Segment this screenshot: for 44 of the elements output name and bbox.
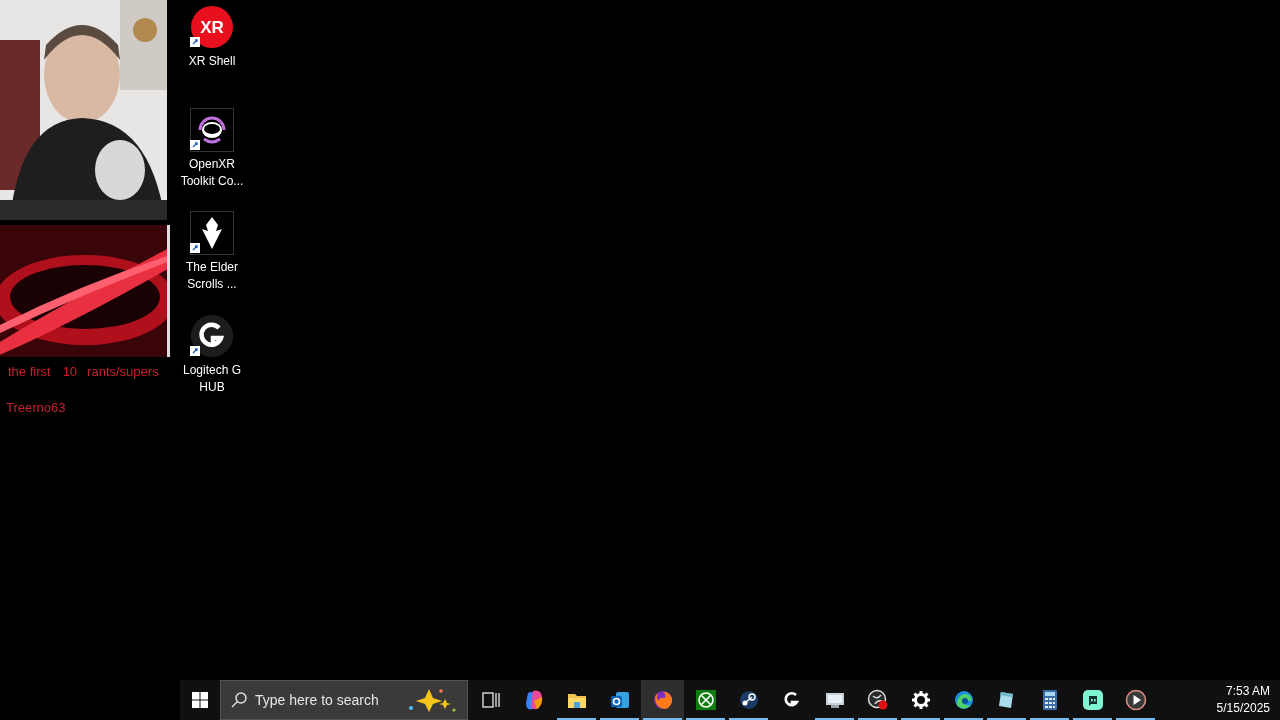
running-indicator [944,718,983,720]
running-indicator [729,718,768,720]
sparkle-icon [407,687,457,713]
clock-time: 7:53 AM [1225,683,1270,700]
running-indicator [1030,718,1069,720]
settings-icon [909,689,932,711]
desktop-icon[interactable]: XR XR Shell [172,5,252,100]
windows-icon [192,692,208,708]
wave-logo-icon [952,689,975,711]
xbox-icon [694,689,717,711]
headset-icon [190,108,234,152]
search-field[interactable]: Type here to search [255,689,399,711]
clock[interactable]: 7:53 AM 5/15/2025 [1216,683,1280,717]
play-icon [1124,689,1147,711]
desktop-icon[interactable]: OpenXR Toolkit Co... [172,108,252,203]
running-indicator [1116,718,1155,720]
desktop-icon[interactable]: Logitech G HUB [172,314,252,409]
letter-g-icon [190,314,234,358]
fox-globe-icon [651,689,674,711]
task-view-icon [479,689,502,711]
running-indicator [557,718,596,720]
running-indicator [987,718,1026,720]
clock-date: 5/15/2025 [1216,700,1270,717]
taskbar-app[interactable] [641,680,684,720]
running-indicator [1073,718,1112,720]
search-icon [231,692,247,708]
record-icon [866,689,889,711]
search-bar[interactable]: Type here to search [220,680,468,720]
overlay-label: the first [8,363,51,381]
steam-icon [737,689,760,711]
running-indicator [815,718,854,720]
running-indicator [858,718,897,720]
overlay-label: 10 [62,363,78,381]
running-indicator [686,718,725,720]
circle-logo-icon: XR [190,5,234,49]
running-indicator [901,718,940,720]
chat-bubble-icon [1081,689,1104,711]
desktop-icon[interactable]: The Elder Scrolls ... [172,211,252,306]
overlay-label: rants/supers [87,363,159,381]
running-indicator [643,718,682,720]
dragon-icon [190,211,234,255]
username: Treerno63 [5,398,67,417]
running-indicator [600,718,639,720]
mail-icon [608,689,631,711]
